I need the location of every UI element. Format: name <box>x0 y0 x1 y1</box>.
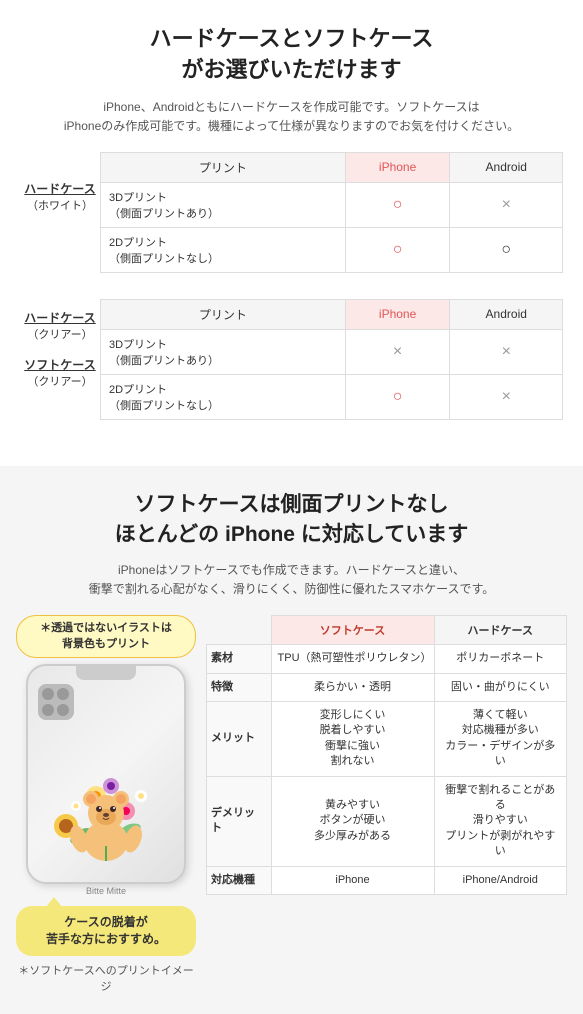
phone-notch <box>76 666 136 680</box>
phone-mockup <box>26 664 186 884</box>
table1-row: 2Dプリント （側面プリントなし）○○ <box>101 227 563 272</box>
table2-cell-iphone: ○ <box>345 374 450 419</box>
specs-hard-cell: iPhone/Android <box>434 866 567 894</box>
table1-cell-android: × <box>450 182 563 227</box>
specs-hard-cell: 衝撃で割れることがある 滑りやすい プリントが剥がれやすい <box>434 776 567 866</box>
table1-wrapper: ハードケース （ホワイト） プリント iPhone Android 3Dプリント… <box>20 152 563 289</box>
specs-comparison-table: ソフトケース ハードケース 素材TPU（熱可塑性ポリウレタン）ポリカーボネート特… <box>206 615 567 895</box>
phone-camera <box>38 684 74 720</box>
table1-cell-iphone: ○ <box>345 227 450 272</box>
table1-label-line2: （ホワイト） <box>27 200 93 212</box>
bottom-content: ＊透過ではないイラストは 背景色もプリント <box>16 615 567 993</box>
specs-row: 素材TPU（熱可塑性ポリウレタン）ポリカーボネート <box>207 645 567 673</box>
table1-row: 3Dプリント （側面プリントあり）○× <box>101 182 563 227</box>
specs-row: デメリット黄みやすい ボタンが硬い 多少厚みがある衝撃で割れることがある 滑りや… <box>207 776 567 866</box>
specs-row-label: 特徴 <box>207 673 272 701</box>
table1-col-print: プリント <box>101 152 346 182</box>
specs-hard-cell: ポリカーボネート <box>434 645 567 673</box>
specs-row: 対応機種iPhoneiPhone/Android <box>207 866 567 894</box>
table2-label2-line2: （クリアー） <box>27 376 92 388</box>
specs-hard-cell: 薄くて軽い 対応機種が多い カラー・デザインが多い <box>434 702 567 777</box>
table1-cell-print: 3Dプリント （側面プリントあり） <box>101 182 346 227</box>
specs-hard-cell: 固い・曲がりにくい <box>434 673 567 701</box>
specs-row-label: 素材 <box>207 645 272 673</box>
soft-note: ＊ソフトケースへのプリントイメージ <box>16 962 196 994</box>
specs-table: ソフトケース ハードケース 素材TPU（熱可塑性ポリウレタン）ポリカーボネート特… <box>206 615 567 895</box>
camera-lens-3 <box>42 704 54 716</box>
specs-soft-cell: iPhone <box>271 866 434 894</box>
camera-lens-1 <box>42 688 54 700</box>
table2-row: 3Dプリント （側面プリントあり）×× <box>101 329 563 374</box>
specs-row: 特徴柔らかい・透明固い・曲がりにくい <box>207 673 567 701</box>
specs-row: メリット変形しにくい 脱着しやすい 衝撃に強い 割れない薄くて軽い 対応機種が多… <box>207 702 567 777</box>
main-title: ハードケースとソフトケース がお選びいただけます <box>20 24 563 86</box>
bear-flower-illustration <box>41 741 171 871</box>
camera-lens-2 <box>57 688 69 700</box>
specs-soft-cell: TPU（熱可塑性ポリウレタン） <box>271 645 434 673</box>
table1: プリント iPhone Android 3Dプリント （側面プリントあり）○×2… <box>100 152 563 273</box>
table1-container: プリント iPhone Android 3Dプリント （側面プリントあり）○×2… <box>100 152 563 289</box>
table2-label2-line1: ソフトケース <box>24 358 95 372</box>
table2-cell-iphone: × <box>345 329 450 374</box>
table1-label-line1: ハードケース <box>24 182 95 196</box>
table2-col-print: プリント <box>101 299 346 329</box>
table1-col-android: Android <box>450 152 563 182</box>
camera-lens-4 <box>57 704 69 716</box>
table2-row: 2Dプリント （側面プリントなし）○× <box>101 374 563 419</box>
table2-cell-android: × <box>450 329 563 374</box>
specs-row-label: メリット <box>207 702 272 777</box>
table1-cell-print: 2Dプリント （側面プリントなし） <box>101 227 346 272</box>
table2-cell-print: 2Dプリント （側面プリントなし） <box>101 374 346 419</box>
phone-area: ＊透過ではないイラストは 背景色もプリント <box>16 615 196 993</box>
table2-cell-print: 3Dプリント （側面プリントあり） <box>101 329 346 374</box>
section2-title: ソフトケースは側面プリントなし ほとんどの iPhone に対応しています <box>16 490 567 551</box>
table2-side-label: ハードケース （クリアー） ソフトケース （クリアー） <box>20 299 100 389</box>
specs-soft-cell: 変形しにくい 脱着しやすい 衝撃に強い 割れない <box>271 702 434 777</box>
table1-cell-iphone: ○ <box>345 182 450 227</box>
table1-side-label: ハードケース （ホワイト） <box>20 152 100 213</box>
table2-col-android: Android <box>450 299 563 329</box>
table2-container: プリント iPhone Android 3Dプリント （側面プリントあり）××2… <box>100 299 563 436</box>
table2-cell-android: × <box>450 374 563 419</box>
table1-col-iphone: iPhone <box>345 152 450 182</box>
table2-col-iphone: iPhone <box>345 299 450 329</box>
table2-wrapper: ハードケース （クリアー） ソフトケース （クリアー） プリント iPhone … <box>20 299 563 436</box>
section2-subtitle: iPhoneはソフトケースでも作成できます。ハードケースと違い、 衝撃で割れる心… <box>16 561 567 599</box>
section1: ハードケースとソフトケース がお選びいただけます iPhone、Androidと… <box>0 0 583 466</box>
specs-row-label: デメリット <box>207 776 272 866</box>
section2: ソフトケースは側面プリントなし ほとんどの iPhone に対応しています iP… <box>0 466 583 1014</box>
table2-label1-line2: （クリアー） <box>27 329 92 341</box>
specs-soft-cell: 黄みやすい ボタンが硬い 多少厚みがある <box>271 776 434 866</box>
table1-cell-android: ○ <box>450 227 563 272</box>
specs-hard-header: ハードケース <box>434 616 567 645</box>
specs-row-label: 対応機種 <box>207 866 272 894</box>
specs-soft-cell: 柔らかい・透明 <box>271 673 434 701</box>
case-note-balloon: ケースの脱着が 苦手な方におすすめ。 <box>16 906 196 956</box>
subtitle-text: iPhone、Androidともにハードケースを作成可能です。ソフトケースは i… <box>20 98 563 136</box>
table2: プリント iPhone Android 3Dプリント （側面プリントあり）××2… <box>100 299 563 420</box>
specs-soft-header: ソフトケース <box>271 616 434 645</box>
phone-brand: Bitte Mitte <box>26 886 186 896</box>
transparent-note: ＊透過ではないイラストは 背景色もプリント <box>16 615 196 658</box>
table2-label1-line1: ハードケース <box>24 311 95 325</box>
